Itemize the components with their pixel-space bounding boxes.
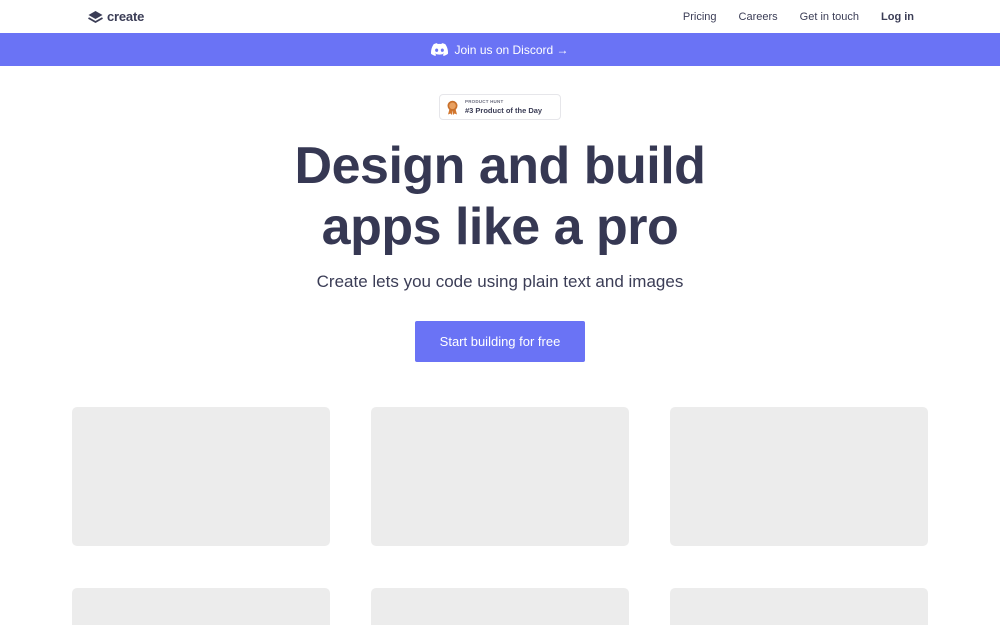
product-hunt-label: PRODUCT HUNT <box>465 99 504 104</box>
logo[interactable]: create <box>87 9 144 24</box>
hero-title-line-1: Design and build <box>294 137 706 195</box>
product-hunt-text: PRODUCT HUNT #3 Product of the Day <box>465 99 543 115</box>
placeholder-card-2 <box>371 407 629 546</box>
discord-banner[interactable]: Join us on Discord → <box>0 33 1000 66</box>
nav-link-get-in-touch[interactable]: Get in touch <box>800 11 859 23</box>
banner-text: Join us on Discord → <box>454 42 569 57</box>
hero-title-line-2: apps like a pro <box>321 198 679 256</box>
placeholder-card-4 <box>72 588 330 625</box>
nav-link-pricing[interactable]: Pricing <box>683 11 717 23</box>
nav-links: Pricing Careers Get in touch Log in <box>683 11 914 23</box>
login-link[interactable]: Log in <box>881 11 914 23</box>
placeholder-card-5 <box>371 588 629 625</box>
start-building-button[interactable]: Start building for free <box>415 321 585 362</box>
product-hunt-title: #3 Product of the Day <box>465 105 543 115</box>
placeholder-card-3 <box>670 407 928 546</box>
hero-subtitle: Create lets you code using plain text an… <box>316 272 684 291</box>
medal-icon <box>447 100 458 115</box>
nav-link-careers[interactable]: Careers <box>739 11 778 23</box>
top-nav: create Pricing Careers Get in touch Log … <box>0 0 1000 33</box>
placeholder-card-6 <box>670 588 928 625</box>
hero-title: Design and build apps like a pro <box>0 136 1000 258</box>
product-hunt-badge[interactable]: PRODUCT HUNT #3 Product of the Day <box>439 94 561 120</box>
logo-text: create <box>107 9 145 24</box>
discord-icon <box>431 43 449 56</box>
placeholder-card-1 <box>72 407 330 546</box>
create-logo-icon <box>88 10 103 23</box>
